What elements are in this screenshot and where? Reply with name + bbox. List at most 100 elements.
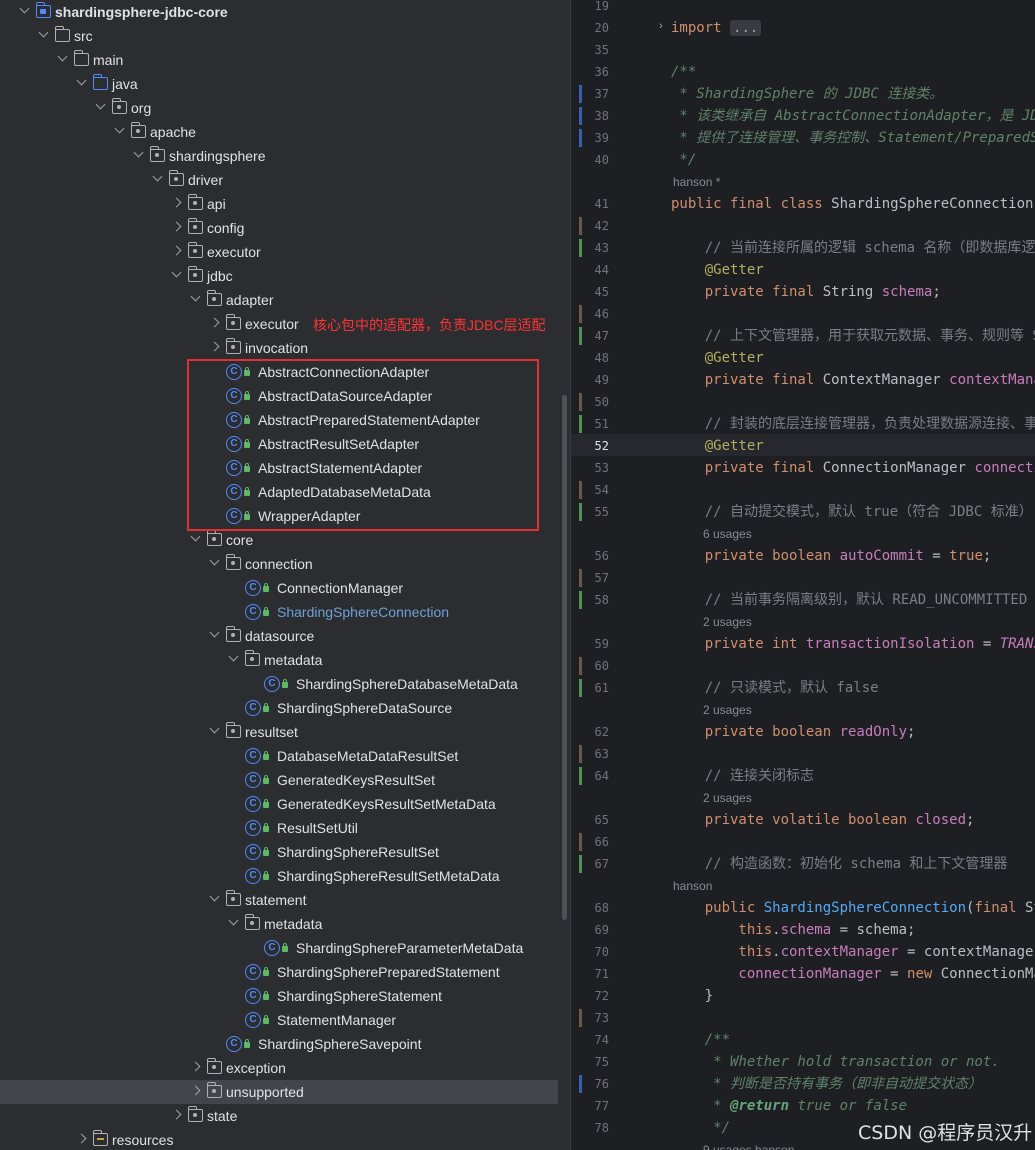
chevron-down-icon[interactable] bbox=[208, 720, 220, 744]
tree-folder-item[interactable]: metadata bbox=[0, 912, 570, 936]
tree-class-item[interactable]: C ConnectionManager bbox=[0, 576, 570, 600]
code-line[interactable]: // 当前连接所属的逻辑 schema 名称（即数据库逻辑名 bbox=[671, 237, 1035, 259]
code-line[interactable]: private final String schema; bbox=[671, 281, 941, 303]
code-line[interactable]: * 该类继承自 AbstractConnectionAdapter，是 JDBC bbox=[671, 105, 1035, 127]
inlay-hint[interactable]: hanson bbox=[673, 876, 712, 896]
tree-class-item[interactable]: C ResultSetUtil bbox=[0, 816, 570, 840]
chevron-down-icon[interactable] bbox=[227, 648, 239, 672]
tree-folder-item[interactable]: jdbc bbox=[0, 264, 570, 288]
vcs-change-marker[interactable] bbox=[579, 855, 582, 873]
code-line[interactable]: @Getter bbox=[671, 347, 764, 369]
code-editor[interactable]: 19 20 import ... 35 36 /** 37 * ShardingSphere… bbox=[570, 0, 1035, 1150]
tree-folder-item[interactable]: main bbox=[0, 48, 570, 72]
code-line[interactable]: public final class ShardingSphereConnect… bbox=[671, 193, 1035, 215]
code-line[interactable]: private final ContextManager contextMana… bbox=[671, 369, 1035, 391]
tree-class-item[interactable]: C GeneratedKeysResultSet bbox=[0, 768, 570, 792]
vcs-change-marker[interactable] bbox=[579, 393, 582, 411]
chevron-right-icon[interactable] bbox=[189, 1056, 201, 1080]
tree-class-item[interactable]: C ShardingSphereConnection bbox=[0, 600, 570, 624]
code-line[interactable]: this.contextManager = contextManager; bbox=[671, 941, 1035, 963]
inlay-hint[interactable]: 2 usages bbox=[703, 700, 752, 720]
vcs-change-marker[interactable] bbox=[579, 569, 582, 587]
tree-folder-item[interactable]: datasource bbox=[0, 624, 570, 648]
inlay-hint[interactable]: 2 usages bbox=[703, 788, 752, 808]
chevron-down-icon[interactable] bbox=[227, 912, 239, 936]
chevron-down-icon[interactable] bbox=[170, 264, 182, 288]
tree-class-item[interactable]: C ShardingSphereDatabaseMetaData bbox=[0, 672, 570, 696]
code-line[interactable]: this.schema = schema; bbox=[671, 919, 915, 941]
vcs-change-marker[interactable] bbox=[579, 481, 582, 499]
vcs-change-marker[interactable] bbox=[579, 305, 582, 323]
tree-class-item[interactable]: C ShardingSphereSavepoint bbox=[0, 1032, 570, 1056]
code-line[interactable]: } bbox=[671, 985, 713, 1007]
chevron-down-icon[interactable] bbox=[189, 528, 201, 552]
chevron-down-icon[interactable] bbox=[151, 168, 163, 192]
tree-folder-item[interactable]: shardingsphere bbox=[0, 144, 570, 168]
chevron-down-icon[interactable] bbox=[132, 144, 144, 168]
vcs-change-marker[interactable] bbox=[579, 239, 582, 257]
inlay-hint[interactable]: 6 usages bbox=[703, 524, 752, 544]
chevron-down-icon[interactable] bbox=[18, 0, 30, 24]
vcs-change-marker[interactable] bbox=[579, 85, 582, 103]
code-line[interactable]: // 连接关闭标志 bbox=[671, 765, 814, 787]
tree-scrollbar[interactable] bbox=[562, 395, 567, 920]
tree-folder-item[interactable]: adapter bbox=[0, 288, 570, 312]
chevron-right-icon[interactable] bbox=[170, 216, 182, 240]
code-line[interactable]: @Getter bbox=[671, 259, 764, 281]
tree-class-item[interactable]: C ShardingSpherePreparedStatement bbox=[0, 960, 570, 984]
vcs-change-marker[interactable] bbox=[579, 1009, 582, 1027]
tree-class-item[interactable]: C DatabaseMetaDataResultSet bbox=[0, 744, 570, 768]
chevron-down-icon[interactable] bbox=[37, 24, 49, 48]
tree-class-item[interactable]: C ShardingSphereStatement bbox=[0, 984, 570, 1008]
vcs-change-marker[interactable] bbox=[579, 745, 582, 763]
code-line[interactable]: */ bbox=[671, 149, 696, 171]
vcs-change-marker[interactable] bbox=[579, 591, 582, 609]
code-line[interactable]: * Whether hold transaction or not. bbox=[671, 1051, 1000, 1073]
chevron-right-icon[interactable] bbox=[170, 192, 182, 216]
code-line[interactable]: // 上下文管理器，用于获取元数据、事务、规则等 Shar bbox=[671, 325, 1035, 347]
code-line[interactable]: // 构造函数：初始化 schema 和上下文管理器 bbox=[671, 853, 1008, 875]
vcs-change-marker[interactable] bbox=[579, 327, 582, 345]
tree-folder-item[interactable]: invocation bbox=[0, 336, 570, 360]
tree-folder-item[interactable]: src bbox=[0, 24, 570, 48]
chevron-down-icon[interactable] bbox=[208, 888, 220, 912]
vcs-change-marker[interactable] bbox=[579, 657, 582, 675]
code-line[interactable]: private volatile boolean closed; bbox=[671, 809, 975, 831]
tree-class-item[interactable]: C ShardingSphereDataSource bbox=[0, 696, 570, 720]
chevron-down-icon[interactable] bbox=[208, 624, 220, 648]
code-line[interactable]: // 只读模式，默认 false bbox=[671, 677, 879, 699]
chevron-right-icon[interactable] bbox=[189, 1080, 201, 1104]
code-line[interactable]: private final ConnectionManager connecti… bbox=[671, 457, 1035, 479]
tree-class-item[interactable]: C GeneratedKeysResultSetMetaData bbox=[0, 792, 570, 816]
chevron-right-icon[interactable] bbox=[170, 1104, 182, 1128]
code-line[interactable]: * ShardingSphere 的 JDBC 连接类。 bbox=[671, 83, 943, 105]
chevron-down-icon[interactable] bbox=[189, 288, 201, 312]
vcs-change-marker[interactable] bbox=[579, 107, 582, 125]
code-line[interactable]: private int transactionIsolation = TRANS… bbox=[671, 633, 1035, 655]
vcs-change-marker[interactable] bbox=[579, 129, 582, 147]
code-line[interactable]: connectionManager = new ConnectionMana bbox=[671, 963, 1035, 985]
code-line[interactable]: import ... bbox=[671, 17, 762, 39]
code-line[interactable]: // 自动提交模式，默认 true（符合 JDBC 标准） bbox=[671, 501, 1033, 523]
tree-folder-item[interactable]: unsupported bbox=[0, 1080, 558, 1104]
tree-folder-item[interactable]: org bbox=[0, 96, 570, 120]
vcs-change-marker[interactable] bbox=[579, 415, 582, 433]
chevron-down-icon[interactable] bbox=[94, 96, 106, 120]
code-line[interactable]: /** bbox=[671, 1029, 730, 1051]
tree-folder-item[interactable]: statement bbox=[0, 888, 570, 912]
chevron-right-icon[interactable] bbox=[208, 336, 220, 360]
project-tree[interactable]: shardingsphere-jdbc-core src main java org ap… bbox=[0, 0, 570, 1150]
vcs-change-marker[interactable] bbox=[579, 767, 582, 785]
chevron-down-icon[interactable] bbox=[208, 552, 220, 576]
chevron-right-icon[interactable] bbox=[170, 240, 182, 264]
vcs-change-marker[interactable] bbox=[579, 833, 582, 851]
vcs-change-marker[interactable] bbox=[579, 217, 582, 235]
code-line[interactable]: public ShardingSphereConnection(final St… bbox=[671, 897, 1035, 919]
code-line[interactable]: // 当前事务隔离级别，默认 READ_UNCOMMITTED bbox=[671, 589, 1028, 611]
tree-folder-item[interactable]: exception bbox=[0, 1056, 570, 1080]
tree-folder-item[interactable]: metadata bbox=[0, 648, 570, 672]
code-line[interactable]: /** bbox=[671, 61, 696, 83]
inlay-hint[interactable]: 9 usages hanson bbox=[703, 1140, 794, 1150]
vcs-change-marker[interactable] bbox=[579, 503, 582, 521]
tree-folder-item[interactable]: config bbox=[0, 216, 570, 240]
